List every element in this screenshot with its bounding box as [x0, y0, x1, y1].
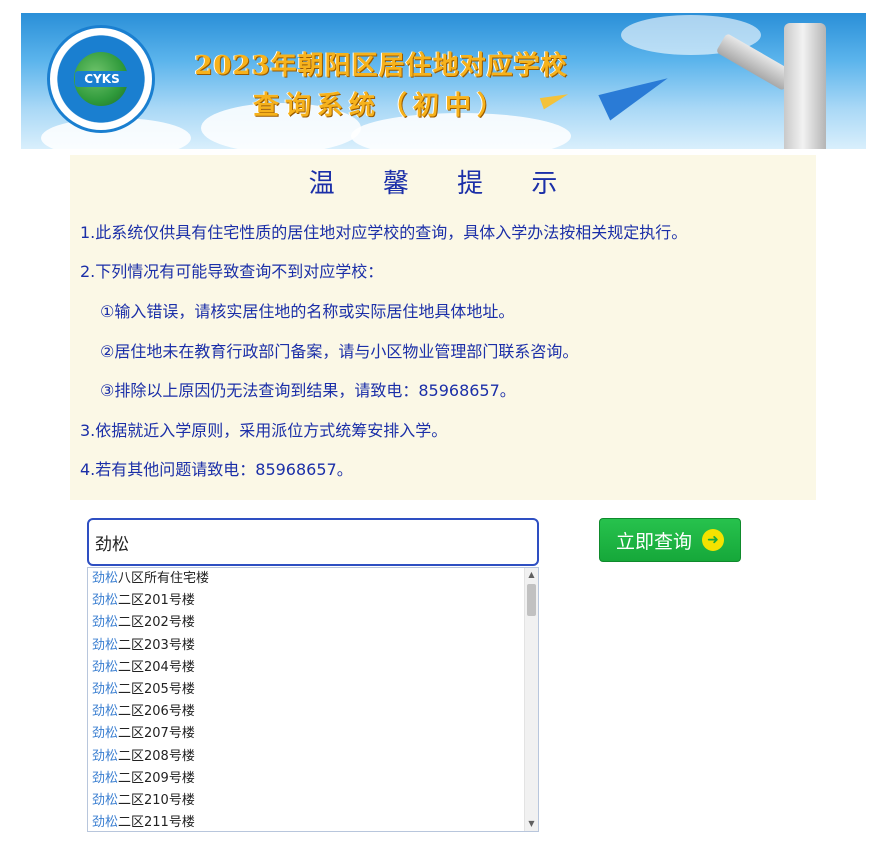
banner-title: 2023年朝阳区居住地对应学校 查询系统（初中）: [166, 49, 596, 123]
suggestion-item[interactable]: 劲松二区211号楼: [88, 812, 524, 831]
huabiao-pillar-decoration: [784, 23, 826, 149]
notice-line: 2.下列情况有可能导致查询不到对应学校：: [80, 262, 384, 281]
paper-plane-icon: [598, 65, 674, 121]
suggestion-rest: 二区206号楼: [118, 704, 195, 720]
suggestion-highlight: 劲松: [92, 726, 119, 742]
suggestion-rest: 二区202号楼: [118, 615, 195, 631]
header-banner: CYKS 2023年朝阳区居住地对应学校 查询系统（初中）: [21, 13, 866, 149]
suggestion-item[interactable]: 劲松二区201号楼: [88, 590, 524, 612]
suggestion-rest: 二区203号楼: [118, 637, 195, 653]
logo-text: CYKS: [75, 71, 129, 87]
search-button[interactable]: 立即查询 ➜: [599, 518, 741, 562]
suggestion-highlight: 劲松: [92, 681, 119, 697]
suggestion-rest: 二区210号楼: [118, 792, 195, 808]
suggestion-item[interactable]: 劲松二区204号楼: [88, 657, 524, 679]
banner-title-line2: 查询系统（初中）: [252, 91, 509, 121]
suggestion-highlight: 劲松: [92, 659, 119, 675]
suggestion-item[interactable]: 劲松二区206号楼: [88, 701, 524, 723]
suggestion-highlight: 劲松: [92, 593, 119, 609]
arrow-right-circle-icon: ➜: [702, 529, 724, 551]
search-button-label: 立即查询: [615, 530, 692, 553]
suggestion-highlight: 劲松: [92, 815, 119, 831]
suggestion-item[interactable]: 劲松二区202号楼: [88, 612, 524, 634]
suggestion-rest: 八区所有住宅楼: [118, 571, 210, 586]
suggestion-rest: 二区205号楼: [118, 681, 195, 697]
notice-line: 1.此系统仅供具有住宅性质的居住地对应学校的查询，具体入学办法按相关规定执行。: [80, 223, 688, 242]
suggestion-highlight: 劲松: [92, 637, 119, 653]
suggestion-highlight: 劲松: [92, 748, 119, 764]
suggestion-list[interactable]: 劲松八区所有住宅楼 劲松二区201号楼 劲松二区202号楼 劲松二区203号楼 劲松二区…: [87, 567, 539, 832]
banner-title-line1: 2023年朝阳区居住地对应学校: [194, 51, 568, 81]
suggestion-rest: 二区207号楼: [118, 726, 195, 742]
notice-line: 3.依据就近入学原则，采用派位方式统筹安排入学。: [80, 421, 448, 440]
suggestion-rest: 二区209号楼: [118, 770, 195, 786]
suggestion-scrollbar[interactable]: ▲ ▼: [524, 568, 538, 831]
suggestion-item[interactable]: 劲松二区203号楼: [88, 635, 524, 657]
suggestion-item[interactable]: 劲松二区209号楼: [88, 768, 524, 790]
suggestion-rest: 二区204号楼: [118, 659, 195, 675]
notice-line: ③排除以上原因仍无法查询到结果，请致电：85968657。: [100, 381, 516, 400]
notice-line: 4.若有其他问题请致电：85968657。: [80, 460, 353, 479]
suggestion-item[interactable]: 劲松二区207号楼: [88, 723, 524, 745]
scroll-thumb[interactable]: [527, 584, 536, 616]
org-logo: CYKS: [47, 25, 155, 133]
notice-line: ①输入错误，请核实居住地的名称或实际居住地具体地址。: [100, 302, 515, 321]
suggestion-highlight: 劲松: [92, 704, 119, 720]
suggestion-item[interactable]: 劲松二区205号楼: [88, 679, 524, 701]
scroll-up-icon[interactable]: ▲: [525, 568, 538, 582]
notice-line: ②居住地未在教育行政部门备案，请与小区物业管理部门联系咨询。: [100, 342, 579, 361]
suggestion-highlight: 劲松: [92, 792, 119, 808]
address-search-input[interactable]: [87, 518, 539, 566]
suggestion-rest: 二区201号楼: [118, 593, 195, 609]
suggestion-item[interactable]: 劲松二区208号楼: [88, 746, 524, 768]
suggestion-item[interactable]: 劲松二区210号楼: [88, 790, 524, 812]
suggestion-highlight: 劲松: [92, 615, 119, 631]
notice-title: 温 馨 提 示: [308, 169, 578, 199]
suggestion-items: 劲松八区所有住宅楼 劲松二区201号楼 劲松二区202号楼 劲松二区203号楼 劲松二区…: [88, 568, 524, 831]
suggestion-item[interactable]: 劲松八区所有住宅楼: [88, 568, 524, 590]
scroll-down-icon[interactable]: ▼: [525, 817, 538, 831]
suggestion-highlight: 劲松: [92, 770, 119, 786]
suggestion-rest: 二区208号楼: [118, 748, 195, 764]
notice-panel: 温 馨 提 示 1.此系统仅供具有住宅性质的居住地对应学校的查询，具体入学办法按…: [70, 155, 816, 500]
suggestion-rest: 二区211号楼: [118, 815, 195, 831]
suggestion-highlight: 劲松: [92, 571, 119, 586]
